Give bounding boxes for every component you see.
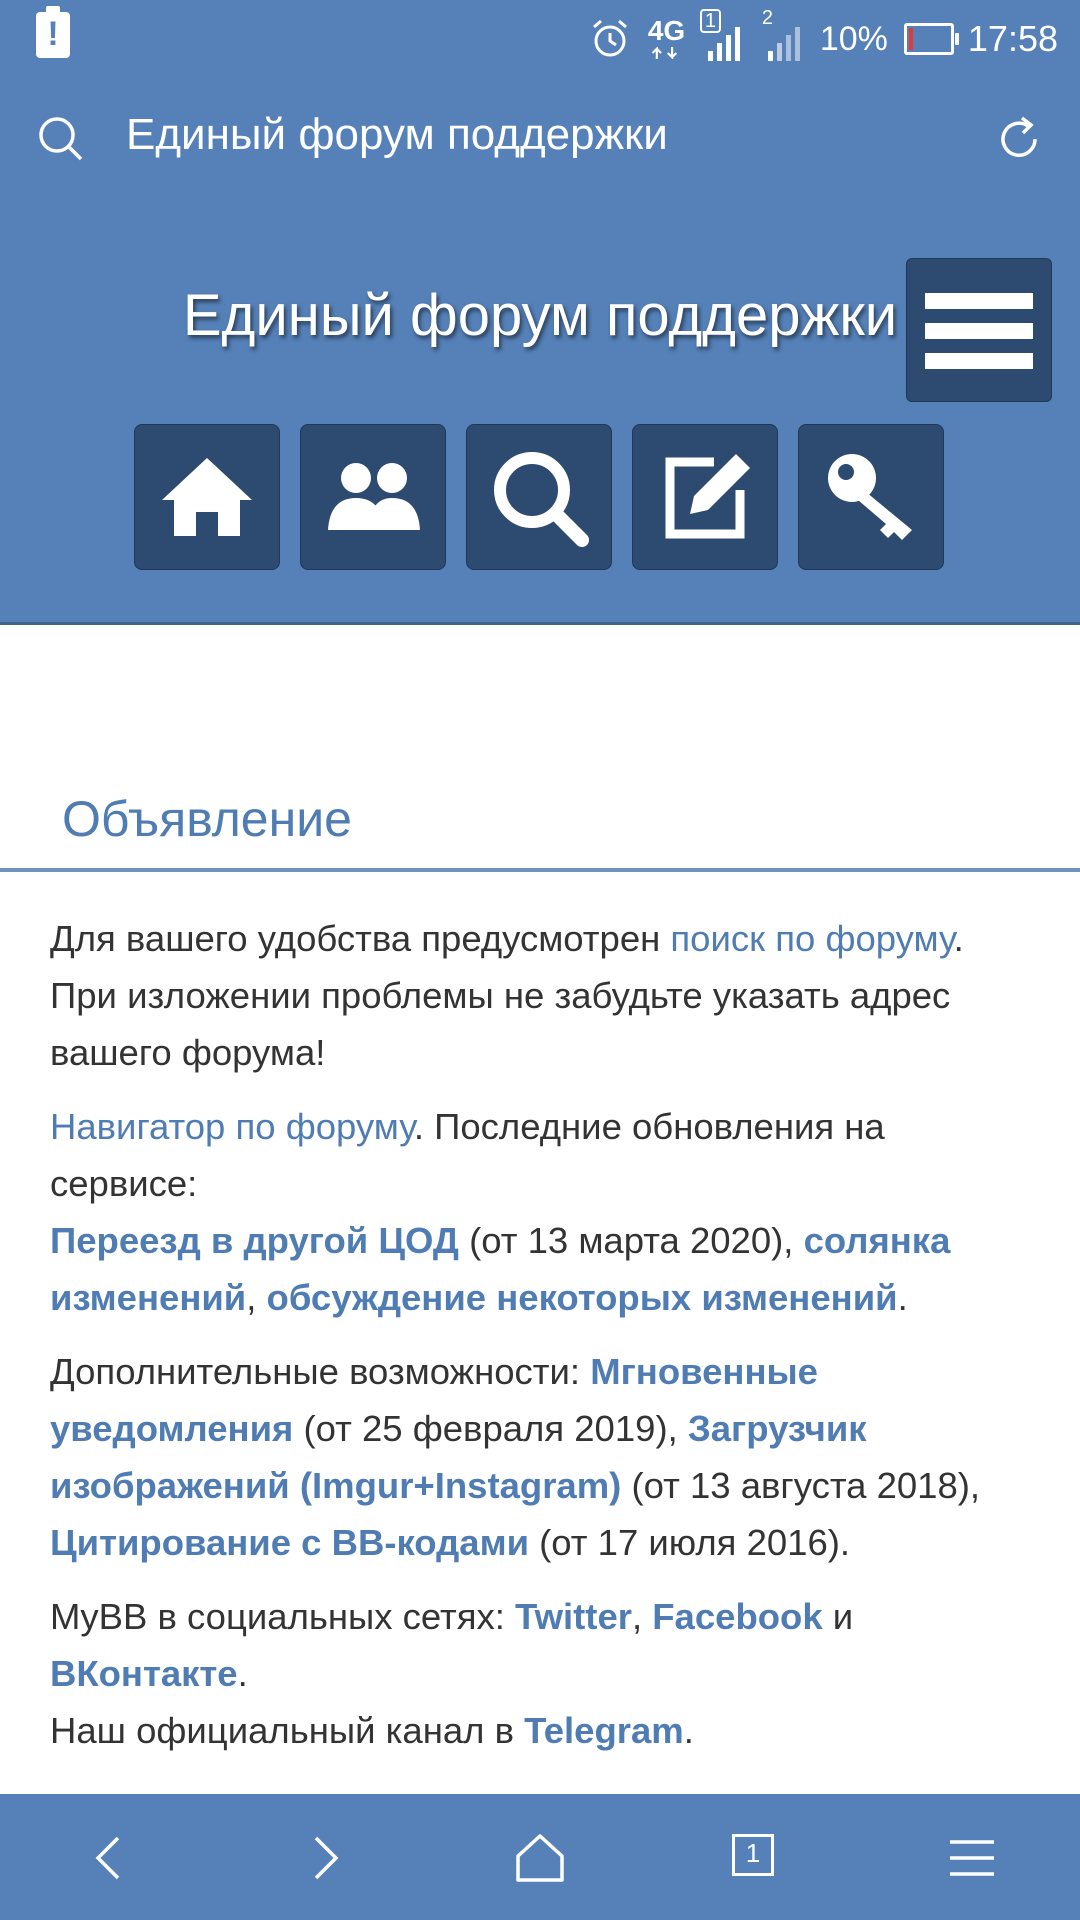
link-facebook[interactable]: Facebook <box>652 1596 822 1637</box>
link-telegram[interactable]: Telegram <box>524 1710 684 1751</box>
reload-icon[interactable] <box>994 114 1044 164</box>
signal-sim2: 2 <box>760 7 806 63</box>
section-divider <box>0 868 1080 872</box>
tabs-button[interactable]: 1 <box>730 1832 782 1884</box>
text: (от 13 марта 2020), <box>458 1220 804 1261</box>
text: Для вашего удобства предусмотрен <box>50 918 671 959</box>
home-icon[interactable] <box>514 1832 566 1884</box>
forward-icon[interactable] <box>298 1832 350 1884</box>
paragraph-search: Для вашего удобства предусмотрен поиск п… <box>50 910 1040 1081</box>
text: (от 17 июля 2016). <box>529 1522 851 1563</box>
app-title: Единый форум поддержки <box>126 110 668 159</box>
search-icon <box>494 452 589 547</box>
network-indicator: 4G <box>646 15 686 61</box>
tabs-count: 1 <box>745 1838 761 1868</box>
alert-icon: ! <box>36 6 70 58</box>
search-icon[interactable] <box>36 114 86 164</box>
edit-icon <box>665 454 750 539</box>
nav-search-button[interactable] <box>466 424 612 570</box>
text: . <box>237 1653 248 1694</box>
paragraph-updates: Навигатор по форуму. Последние обновлени… <box>50 1098 1040 1326</box>
announcement-content: Для вашего удобства предусмотрен поиск п… <box>50 910 1040 1776</box>
back-icon[interactable] <box>84 1832 136 1884</box>
data-arrows-icon <box>651 47 677 59</box>
text: Наш официальный канал в <box>50 1710 525 1751</box>
alert-glyph: ! <box>47 15 59 53</box>
link-datacenter-move[interactable]: Переезд в другой ЦОД <box>50 1220 459 1261</box>
users-icon <box>328 463 420 530</box>
menu-bar <box>925 353 1033 369</box>
app-bar: Единый форум поддержки <box>0 96 1080 180</box>
link-bb-quoting[interactable]: Цитирование с BB-кодами <box>50 1522 529 1563</box>
battery-icon <box>903 23 959 55</box>
key-icon <box>828 454 912 540</box>
text: Дополнительные возможности: <box>50 1351 591 1392</box>
nav-login-button[interactable] <box>798 424 944 570</box>
text: . <box>683 1710 694 1751</box>
browser-bottom-nav: 1 <box>0 1794 1080 1920</box>
nav-home-button[interactable] <box>134 424 280 570</box>
link-forum-navigator[interactable]: Навигатор по форуму <box>50 1106 414 1147</box>
text: . <box>897 1277 908 1318</box>
forum-nav <box>134 424 944 570</box>
nav-edit-button[interactable] <box>632 424 778 570</box>
text: , <box>631 1596 653 1637</box>
battery-level <box>908 28 913 50</box>
text: , <box>246 1277 267 1318</box>
link-changes-discussion[interactable]: обсуждение некоторых изменений <box>267 1277 898 1318</box>
status-bar: ! 4G 1 2 10% 17:58 <box>0 0 1080 76</box>
home-icon <box>162 458 252 536</box>
nav-users-button[interactable] <box>300 424 446 570</box>
text: (от 25 февраля 2019), <box>293 1408 688 1449</box>
announcement-heading: Объявление <box>62 791 352 847</box>
battery-percent: 10% <box>819 19 888 58</box>
signal-icon <box>707 27 740 61</box>
text: и <box>822 1596 854 1637</box>
network-label: 4G <box>647 15 686 46</box>
signal-sim1: 1 <box>699 9 746 63</box>
text: MyBB в социальных сетях: <box>50 1596 516 1637</box>
signal-icon <box>767 27 800 61</box>
menu-button[interactable] <box>906 258 1052 402</box>
link-forum-search[interactable]: поиск по форуму <box>670 918 953 959</box>
clock: 17:58 <box>967 18 1058 59</box>
menu-icon[interactable] <box>946 1832 998 1884</box>
text: (от 13 августа 2018), <box>621 1465 981 1506</box>
paragraph-social: MyBB в социальных сетях: Twitter, Facebo… <box>50 1588 1040 1759</box>
menu-bar <box>925 323 1033 339</box>
menu-bar <box>925 293 1033 309</box>
paragraph-features: Дополнительные возможности: Мгновенные у… <box>50 1343 1040 1571</box>
link-vkontakte[interactable]: ВКонтакте <box>50 1653 238 1694</box>
alarm-icon <box>592 19 627 57</box>
link-twitter[interactable]: Twitter <box>515 1596 632 1637</box>
